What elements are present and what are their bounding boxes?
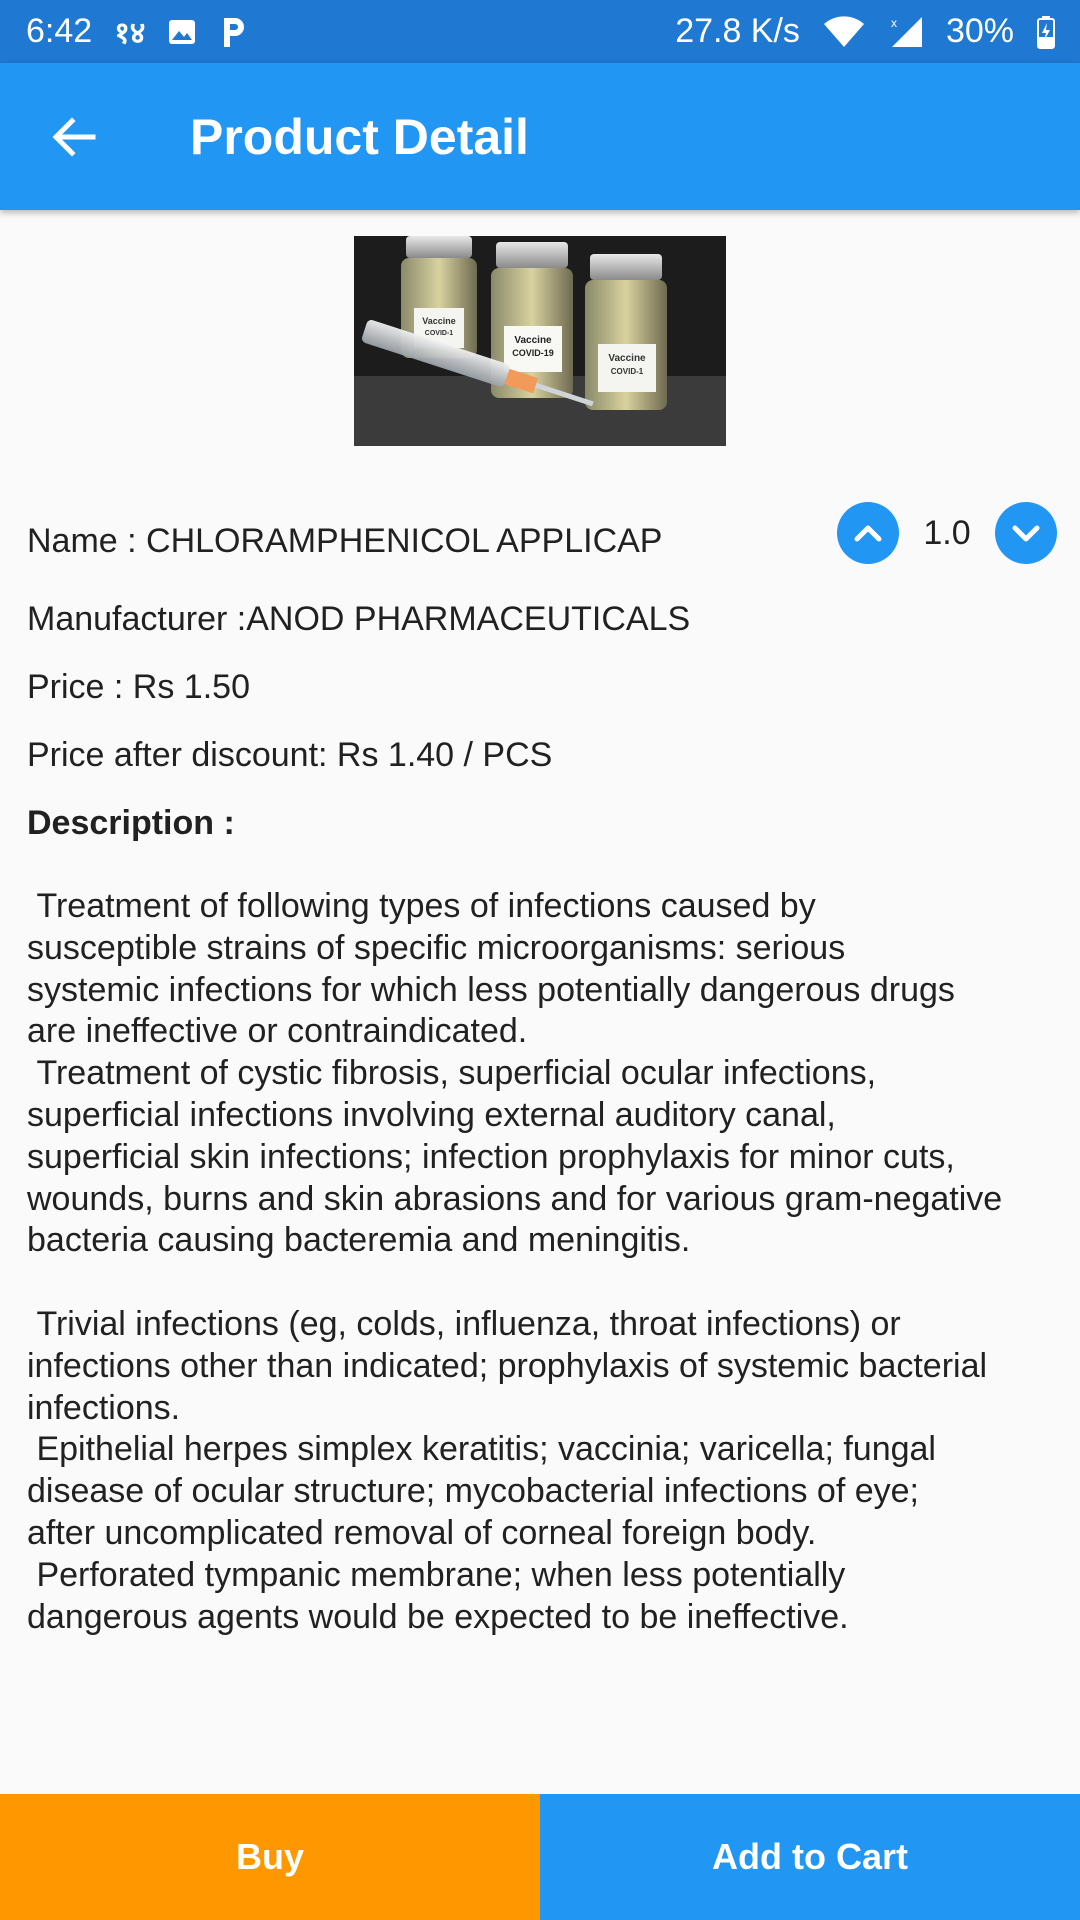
quantity-stepper: 1.0 <box>837 502 1057 564</box>
bottom-action-bar: Buy Add to Cart <box>0 1794 1080 1920</box>
status-time: 6:42 <box>26 12 93 50</box>
status-bar: 6:42 १४ 27.8 K/s x 30% <box>0 0 1080 63</box>
add-to-cart-button[interactable]: Add to Cart <box>540 1794 1080 1920</box>
chevron-up-icon <box>854 525 882 542</box>
gallery-icon <box>167 17 197 47</box>
chevron-down-icon <box>1012 525 1040 542</box>
svg-text:COVID-1: COVID-1 <box>425 330 454 337</box>
product-manufacturer: Manufacturer :ANOD PHARMACEUTICALS <box>27 600 691 638</box>
network-speed: 27.8 K/s <box>675 12 800 50</box>
product-name: Name : CHLORAMPHENICOL APPLICAP <box>27 522 663 560</box>
product-image: Vaccine COVID-1 Vaccine COVID-19 Vaccine… <box>354 236 726 446</box>
status-left: 6:42 १४ <box>26 11 249 52</box>
svg-text:x: x <box>891 16 897 30</box>
battery-percent: 30% <box>945 12 1014 50</box>
svg-text:Vaccine: Vaccine <box>422 316 456 326</box>
app-bar: Product Detail <box>0 63 1080 210</box>
buy-button[interactable]: Buy <box>0 1794 540 1920</box>
product-price: Price : Rs 1.50 <box>27 668 250 706</box>
quantity-increase-button[interactable] <box>837 502 899 564</box>
p-app-icon <box>219 15 249 49</box>
status-right: 27.8 K/s x 30% <box>675 12 1056 51</box>
product-description: Treatment of following types of infectio… <box>27 887 1003 1636</box>
svg-text:Vaccine: Vaccine <box>514 335 552 346</box>
product-discount-price: Price after discount: Rs 1.40 / PCS <box>27 736 553 774</box>
svg-text:Vaccine: Vaccine <box>608 353 646 364</box>
page-title: Product Detail <box>190 108 529 165</box>
quantity-decrease-button[interactable] <box>995 502 1057 564</box>
wifi-icon <box>822 15 866 49</box>
signal-icon: x <box>888 15 924 49</box>
arrow-back-icon <box>52 116 96 157</box>
notification-text: १४ <box>114 17 146 50</box>
quantity-value: 1.0 <box>923 513 971 552</box>
description-heading: Description : <box>27 804 235 842</box>
back-button[interactable] <box>0 63 148 210</box>
svg-text:COVID-1: COVID-1 <box>611 367 644 376</box>
battery-charging-icon <box>1036 15 1056 49</box>
svg-text:COVID-19: COVID-19 <box>512 348 554 358</box>
